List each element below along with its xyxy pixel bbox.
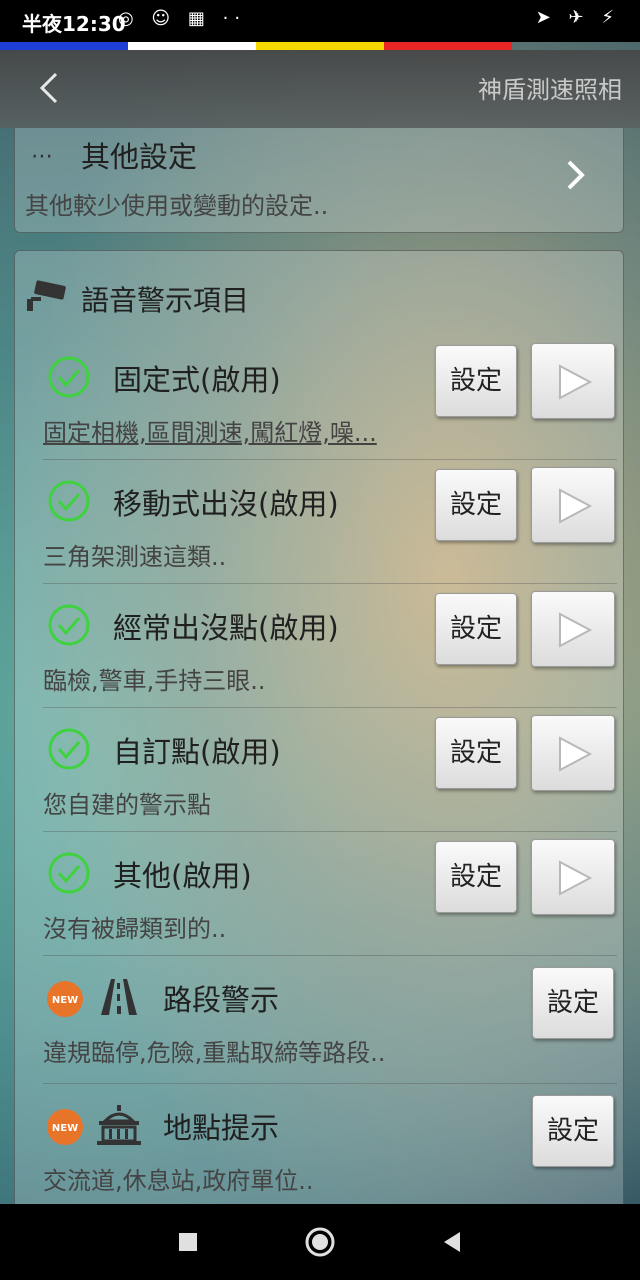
item-subtitle: 沒有被歸類到的.. (43, 915, 227, 943)
new-badge-icon: NEW (47, 1109, 83, 1145)
item-title: 固定式(啟用) (113, 363, 281, 397)
back-button[interactable] (30, 64, 70, 112)
back-triangle-icon[interactable] (432, 1222, 472, 1262)
settings-button[interactable]: 設定 (435, 593, 517, 665)
back-arrow-icon (39, 72, 58, 104)
voice-alert-card: 語音警示項目 固定式(啟用) 固定相機,區間測速,闖紅燈,噪... 設定 移動式… (14, 250, 624, 1210)
item-subtitle: 三角架測速這類.. (43, 543, 227, 571)
item-subtitle: 違規臨停,危險,重點取締等路段.. (43, 1039, 386, 1067)
road-icon (101, 979, 137, 1015)
status-right-icons: ➤ ✈ ⚡ (535, 7, 620, 28)
play-button[interactable] (531, 467, 615, 543)
other-settings-subtitle: 其他較少使用或變動的設定.. (25, 192, 329, 220)
settings-button[interactable]: 設定 (435, 717, 517, 789)
item-title: 地點提示 (163, 1111, 280, 1145)
item-subtitle: 交流道,休息站,政府單位.. (43, 1167, 314, 1195)
app-title: 神盾測速照相 (478, 76, 622, 104)
play-button[interactable] (531, 343, 615, 419)
alert-item-other: 其他(啟用) 沒有被歸類到的.. 設定 (43, 831, 617, 956)
alert-item-road-section: NEW 路段警示 違規臨停,危險,重點取締等路段.. 設定 (43, 955, 617, 1084)
check-circle-icon (48, 728, 90, 770)
home-circle-icon[interactable] (300, 1222, 340, 1262)
status-bar: 半夜12:30 ◎ ☺ ▦ ·· ➤ ✈ ⚡ (0, 0, 640, 42)
item-title: 其他(啟用) (113, 859, 252, 893)
item-title: 移動式出沒(啟用) (113, 487, 339, 521)
item-subtitle: 您自建的警示點 (43, 791, 211, 819)
new-badge-text: NEW (52, 1123, 78, 1134)
settings-button[interactable]: 設定 (435, 841, 517, 913)
section-title: 語音警示項目 (81, 284, 250, 317)
settings-button[interactable]: 設定 (532, 967, 614, 1039)
alert-item-custom: 自訂點(啟用) 您自建的警示點 設定 (43, 707, 617, 832)
check-circle-icon (48, 604, 90, 646)
item-title: 經常出沒點(啟用) (113, 611, 339, 645)
action-bar: 神盾測速照相 (0, 50, 640, 128)
check-circle-icon (48, 852, 90, 894)
item-subtitle: 臨檢,警車,手持三眼.. (43, 667, 266, 695)
play-button[interactable] (531, 715, 615, 791)
status-time: 半夜12:30 (22, 12, 126, 36)
item-subtitle[interactable]: 固定相機,區間測速,闖紅燈,噪... (43, 413, 377, 448)
status-left-icons: ◎ ☺ ▦ ·· (118, 8, 247, 29)
alert-item-mobile: 移動式出沒(啟用) 三角架測速這類.. 設定 (43, 459, 617, 584)
color-strip-blue (0, 42, 128, 50)
play-icon (559, 488, 593, 524)
other-settings-card[interactable]: ⋯ 其他設定 其他較少使用或變動的設定.. (14, 128, 624, 233)
color-strip-white (128, 42, 256, 50)
check-circle-icon (48, 480, 90, 522)
new-badge-icon: NEW (47, 981, 83, 1017)
alert-item-frequent: 經常出沒點(啟用) 臨檢,警車,手持三眼.. 設定 (43, 583, 617, 708)
color-strip-yellow (256, 42, 384, 50)
item-title: 自訂點(啟用) (113, 735, 281, 769)
settings-button[interactable]: 設定 (532, 1095, 614, 1167)
government-building-icon (97, 1105, 141, 1145)
color-strip (0, 42, 640, 50)
play-button[interactable] (531, 839, 615, 915)
settings-button[interactable]: 設定 (435, 469, 517, 541)
check-circle-icon (48, 356, 90, 398)
chevron-right-icon (567, 160, 585, 190)
other-settings-title: 其他設定 (81, 140, 198, 174)
camera-icon (27, 280, 66, 311)
item-title: 路段警示 (163, 983, 280, 1017)
play-icon (559, 364, 593, 400)
settings-button[interactable]: 設定 (435, 345, 517, 417)
play-icon (559, 612, 593, 648)
color-strip-red (384, 42, 512, 50)
navigation-bar (0, 1204, 640, 1280)
play-button[interactable] (531, 591, 615, 667)
recents-square-icon[interactable] (168, 1222, 208, 1262)
alert-item-location-hint: NEW 地點提示 交流道,休息站,政府單位.. 設定 (43, 1083, 617, 1207)
alert-item-fixed: 固定式(啟用) 固定相機,區間測速,闖紅燈,噪... 設定 (43, 335, 617, 460)
more-dots-icon: ⋯ (31, 144, 55, 169)
new-badge-text: NEW (52, 995, 78, 1006)
play-icon (559, 736, 593, 772)
play-icon (559, 860, 593, 896)
